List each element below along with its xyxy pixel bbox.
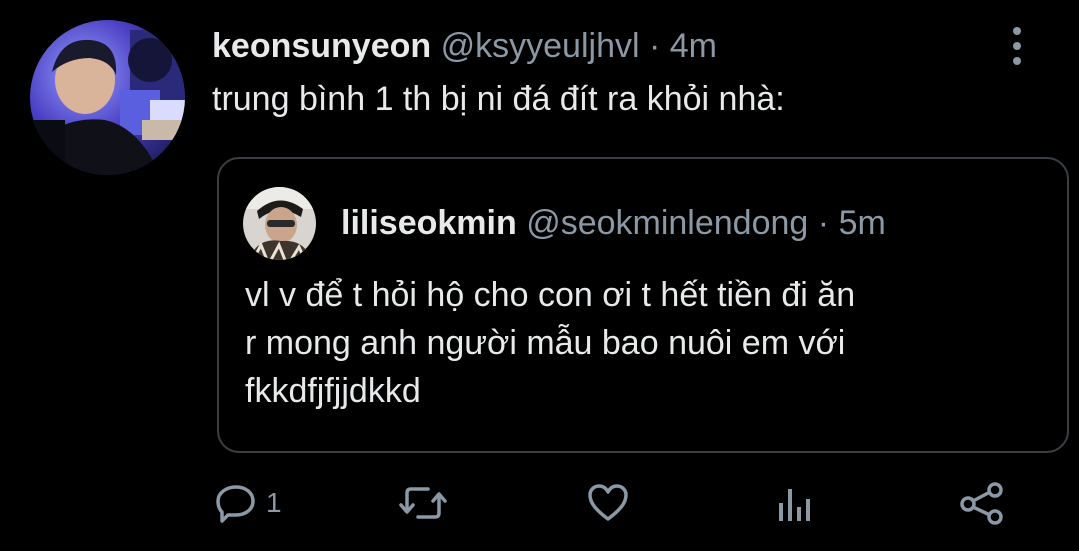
quoted-tweet-text-line: fkkdfjfjjdkkd xyxy=(245,372,421,410)
separator-dot: · xyxy=(648,27,661,65)
analytics-button[interactable] xyxy=(776,478,816,528)
like-button[interactable] xyxy=(586,478,630,528)
quoted-tweet-timestamp[interactable]: 5m xyxy=(839,204,886,242)
quoted-author-handle[interactable]: @seokminlendong xyxy=(526,204,808,242)
more-vertical-icon xyxy=(1013,27,1021,35)
reply-count: 1 xyxy=(266,487,282,518)
retweet-icon xyxy=(399,487,447,519)
tweet[interactable]: keonsunyeon @ksyyeuljhvl · 4m trung bình… xyxy=(0,0,1079,551)
reply-button[interactable]: 1 xyxy=(214,478,282,528)
author-display-name[interactable]: keonsunyeon xyxy=(212,27,431,65)
quoted-tweet-header: liliseokmin @seokminlendong · 5m xyxy=(341,201,886,245)
tweet-timestamp[interactable]: 4m xyxy=(670,27,717,65)
tweet-text: trung bình 1 th bị ni đá đít ra khỏi nhà… xyxy=(212,80,785,118)
retweet-button[interactable] xyxy=(398,478,448,528)
analytics-icon xyxy=(779,489,810,521)
like-icon xyxy=(588,484,628,521)
tweet-header: keonsunyeon @ksyyeuljhvl · 4m xyxy=(212,24,717,68)
more-vertical-icon-dot xyxy=(1013,42,1021,50)
tweet-action-bar: 1 xyxy=(0,478,1079,528)
reply-icon xyxy=(216,485,255,523)
quoted-author-avatar[interactable] xyxy=(243,187,316,260)
more-options-button[interactable] xyxy=(1002,24,1032,68)
share-icon xyxy=(960,482,1003,525)
separator-dot: · xyxy=(817,204,830,242)
more-vertical-icon-dot xyxy=(1013,57,1021,65)
quoted-tweet-text-line: vl v để t hỏi hộ cho con ơi t hết tiền đ… xyxy=(245,276,856,314)
quoted-tweet-card[interactable]: liliseokmin @seokminlendong · 5m vl v để… xyxy=(217,157,1069,453)
share-button[interactable] xyxy=(958,478,1006,528)
author-handle[interactable]: @ksyyeuljhvl xyxy=(441,27,640,65)
quoted-tweet-text-line: r mong anh người mẫu bao nuôi em với xyxy=(245,324,846,362)
author-avatar[interactable] xyxy=(30,20,185,175)
quoted-author-display-name[interactable]: liliseokmin xyxy=(341,204,517,242)
quoted-tweet-text: vl v để t hỏi hộ cho con ơi t hết tiền đ… xyxy=(245,271,1045,415)
